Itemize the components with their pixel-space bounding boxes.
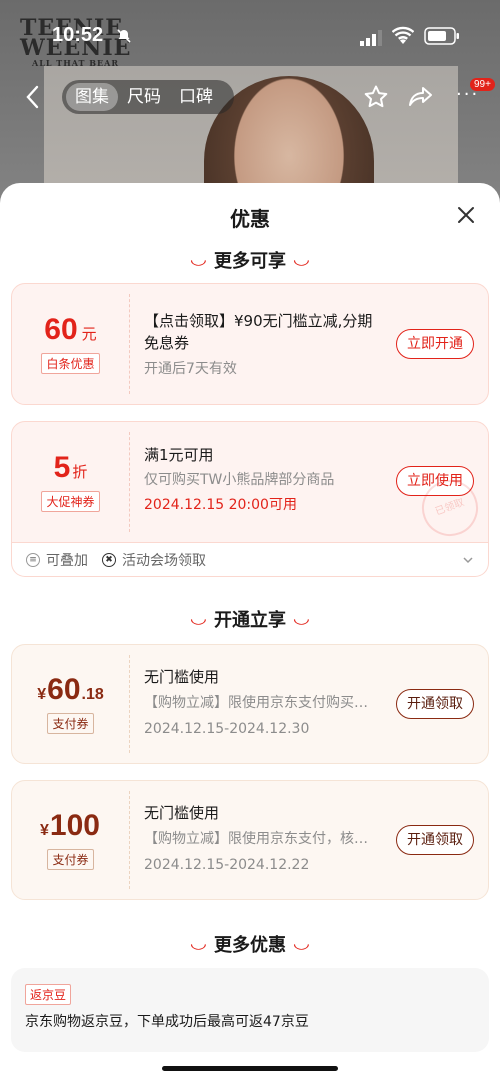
close-icon[interactable] xyxy=(456,205,476,225)
status-time: 10:52 xyxy=(52,24,104,46)
share-icon[interactable] xyxy=(408,84,434,110)
coupon-scope: 仅可购买TW小熊品牌部分商品 xyxy=(144,472,335,488)
coupon-card-discount[interactable]: 5折 大促神券 满1元可用 仅可购买TW小熊品牌部分商品 2024.12.15 … xyxy=(11,421,489,544)
coupon-amount-unit: 元 xyxy=(81,325,97,343)
tab-size[interactable]: 尺码 xyxy=(118,83,170,111)
home-indicator[interactable] xyxy=(162,1066,338,1071)
message-badge: 99+ xyxy=(470,78,495,91)
tab-gallery[interactable]: 图集 xyxy=(66,83,118,111)
coupon-amount-value: 60 xyxy=(47,672,81,706)
sheet-title: 优惠 xyxy=(230,207,270,231)
coupon-body: 无门槛使用 【购物立减】限使用京东支付，核… 2024.12.15-2024.1… xyxy=(144,802,373,876)
coupon-type-tag: 支付券 xyxy=(47,712,94,734)
coupon-amount-decimal: .18 xyxy=(81,685,104,703)
coupon-body: 【点击领取】¥90无门槛立减,分期免息券 开通后7天有效 xyxy=(144,310,373,380)
coupon-card-pay-60[interactable]: ¥60.18 支付券 无门槛使用 【购物立减】限使用京东支付购买… 2024.1… xyxy=(11,644,489,764)
coupon-amount-area: 5折 大促神券 xyxy=(12,422,129,542)
star-icon[interactable] xyxy=(363,84,389,110)
activate-now-button[interactable]: 立即开通 xyxy=(396,329,474,359)
coupon-title: 无门槛使用 xyxy=(144,804,220,822)
coupon-available-time: 2024.12.15 20:00可用 xyxy=(144,497,297,513)
coupon-divider xyxy=(129,791,130,889)
coupon-type-tag: 支付券 xyxy=(47,848,94,870)
coupon-body: 满1元可用 仅可购买TW小熊品牌部分商品 2024.12.15 20:00可用 xyxy=(144,444,373,516)
coupon-amount-value: 100 xyxy=(49,808,100,842)
stackable-label: 可叠加 xyxy=(46,552,88,569)
section-heading-more-offers: ◡ 更多优惠 ◡ xyxy=(0,931,500,957)
status-bar: 10:52 xyxy=(0,0,500,60)
coupon-date-range: 2024.12.15-2024.12.22 xyxy=(144,857,310,873)
wifi-icon xyxy=(392,26,414,44)
coupon-amount: 5折 xyxy=(53,450,88,484)
stackable-item: ≡ 可叠加 xyxy=(26,550,88,570)
gallery-tabs: 图集 尺码 口碑 xyxy=(62,80,234,114)
section-heading-label: 更多可享 xyxy=(214,251,286,272)
heading-deco-icon: ◡ xyxy=(191,252,207,268)
coupon-date-range: 2024.12.15-2024.12.30 xyxy=(144,721,310,737)
section-heading-open-enjoy: ◡ 开通立享 ◡ xyxy=(0,606,500,632)
section-heading-more-available: ◡ 更多可享 ◡ xyxy=(0,247,500,273)
coupon-description: 【购物立减】限使用京东支付，核… xyxy=(144,831,368,847)
coupon-amount: ¥100 xyxy=(40,808,101,842)
back-arrow-icon[interactable] xyxy=(22,84,44,110)
heading-deco-icon: ◡ xyxy=(191,611,207,627)
mute-bell-icon xyxy=(117,29,131,43)
chevron-down-icon[interactable] xyxy=(462,554,474,566)
coupon-amount: 60 元 xyxy=(44,312,97,346)
tab-reviews[interactable]: 口碑 xyxy=(170,83,222,111)
coupon-title: 【点击领取】¥90无门槛立减,分期免息券 xyxy=(144,312,373,352)
battery-icon xyxy=(424,27,459,45)
section-heading-label: 更多优惠 xyxy=(214,935,286,956)
heading-deco-icon: ◡ xyxy=(191,936,207,952)
venue-claim-label: 活动会场领取 xyxy=(122,552,206,569)
coupon-title: 满1元可用 xyxy=(144,446,214,464)
stack-icon: ≡ xyxy=(26,552,40,567)
venue-icon: ✖ xyxy=(102,552,116,567)
coupon-type-tag: 白条优惠 xyxy=(41,352,100,374)
coupon-amount-area: 60 元 白条优惠 xyxy=(12,284,129,404)
coupon-title: 无门槛使用 xyxy=(144,668,220,686)
activate-claim-button[interactable]: 开通领取 xyxy=(396,825,474,855)
coupon-amount-area: ¥60.18 支付券 xyxy=(12,645,129,763)
section-heading-label: 开通立享 xyxy=(214,610,286,631)
heading-deco-icon: ◡ xyxy=(293,252,309,268)
coupon-divider xyxy=(129,655,130,753)
venue-claim-item: ✖ 活动会场领取 xyxy=(102,550,206,570)
coupon-divider xyxy=(129,432,130,532)
jd-beans-offer[interactable]: 返京豆 京东购物返京豆，下单成功后最高可返47京豆 xyxy=(11,968,489,1052)
coupon-card-pay-100[interactable]: ¥100 支付券 无门槛使用 【购物立减】限使用京东支付，核… 2024.12.… xyxy=(11,780,489,900)
coupon-card-baitiao[interactable]: 60 元 白条优惠 【点击领取】¥90无门槛立减,分期免息券 开通后7天有效 立即… xyxy=(11,283,489,405)
heading-deco-icon: ◡ xyxy=(293,936,309,952)
offer-tag: 返京豆 xyxy=(25,984,72,1005)
heading-deco-icon: ◡ xyxy=(293,611,309,627)
coupon-amount-value: 60 xyxy=(44,312,78,346)
coupon-description: 【购物立减】限使用京东支付购买… xyxy=(144,695,368,711)
coupon-divider xyxy=(129,294,130,394)
activate-claim-button[interactable]: 开通领取 xyxy=(396,689,474,719)
coupon-validity: 开通后7天有效 xyxy=(144,361,237,377)
coupon-currency: ¥ xyxy=(40,821,49,839)
coupon-body: 无门槛使用 【购物立减】限使用京东支付购买… 2024.12.15-2024.1… xyxy=(144,666,373,740)
coupon-currency: ¥ xyxy=(37,685,47,703)
coupon-amount-value: 5 xyxy=(53,450,71,484)
offer-text: 京东购物返京豆，下单成功后最高可返47京豆 xyxy=(25,1014,309,1030)
signal-icon xyxy=(360,30,382,46)
coupon-type-tag: 大促神券 xyxy=(41,490,100,512)
coupon-amount-unit: 折 xyxy=(72,463,88,481)
coupon-amount: ¥60.18 xyxy=(37,672,104,706)
coupon-amount-area: ¥100 支付券 xyxy=(12,781,129,899)
coupon-extras-row[interactable]: ≡ 可叠加 ✖ 活动会场领取 xyxy=(11,543,489,577)
offers-sheet: 优惠 ◡ 更多可享 ◡ 60 元 白条优惠 【点击领取】¥90无门槛立减,分期免息… xyxy=(0,183,500,1083)
